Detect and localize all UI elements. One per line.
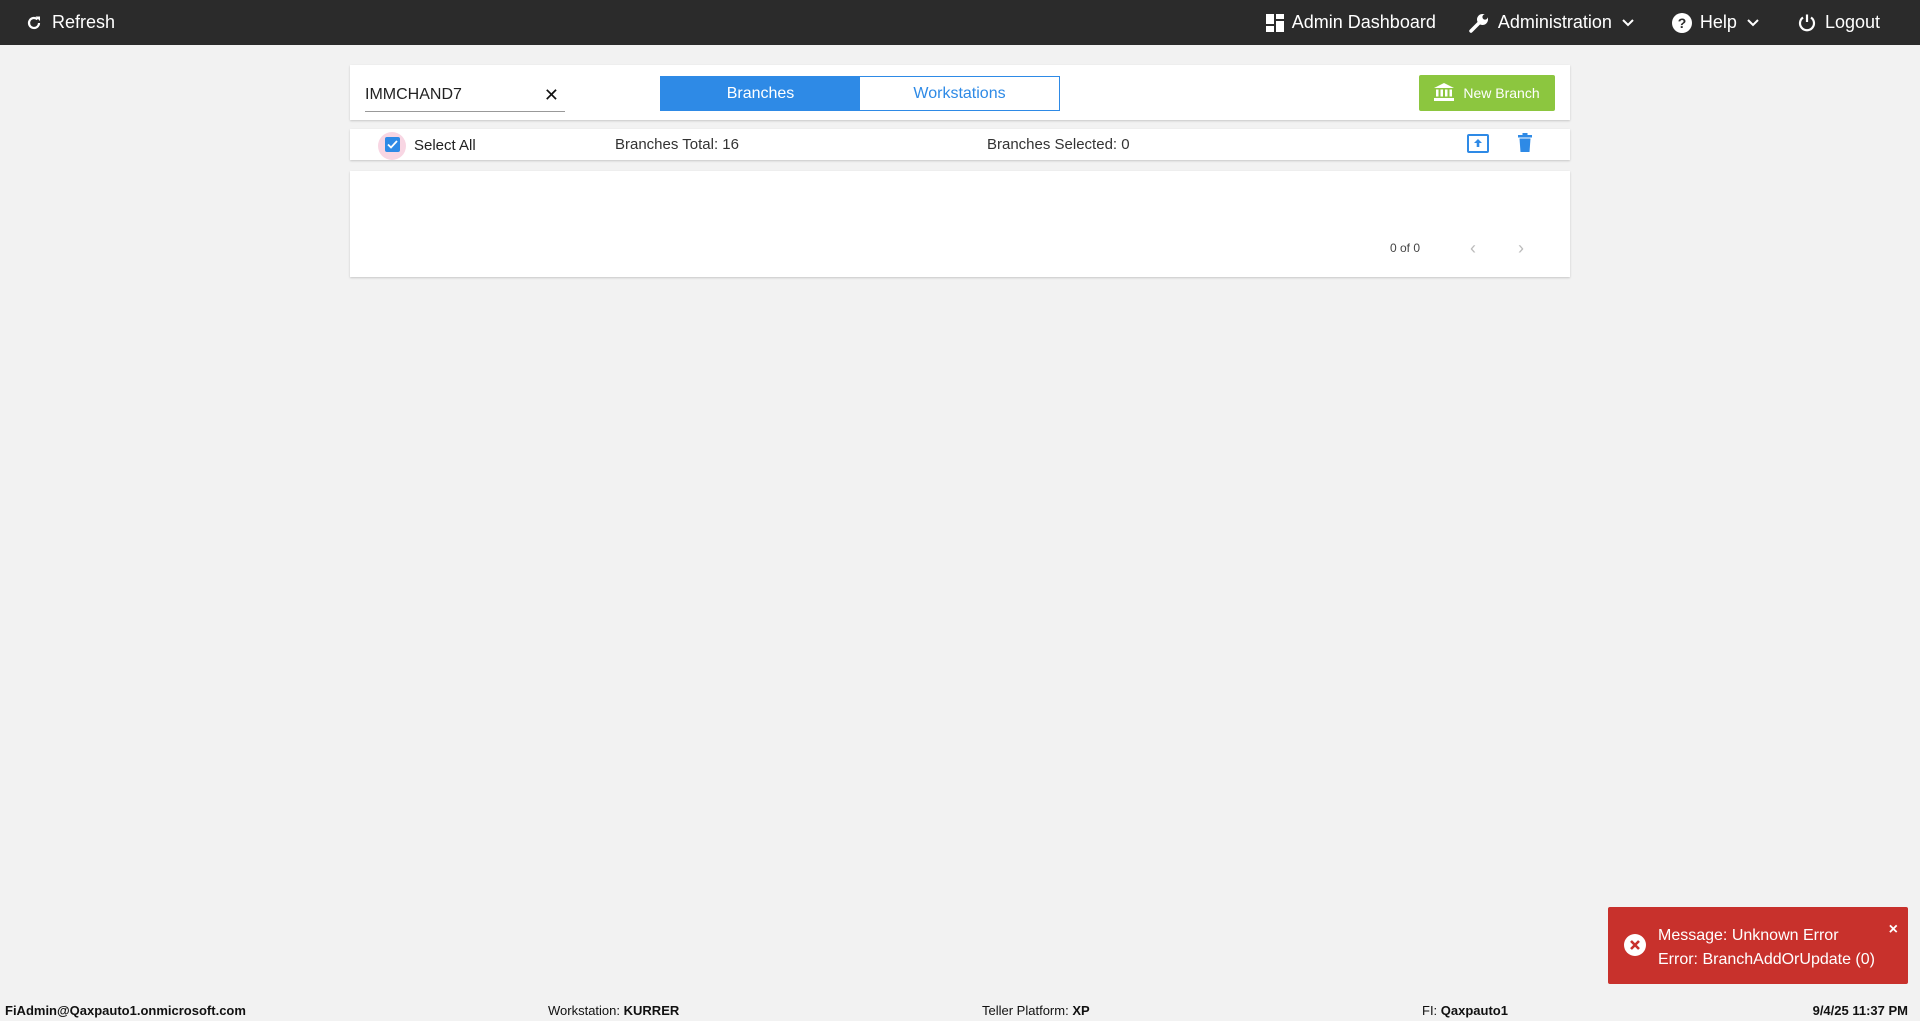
select-all-checkbox[interactable] <box>385 137 400 152</box>
nav-right: Admin Dashboard Administration ? Help Lo… <box>1265 0 1920 45</box>
search-field-wrap: ✕ <box>365 80 565 112</box>
logout-button[interactable]: Logout <box>1797 0 1880 45</box>
status-fi: FI: Qaxpauto1 <box>1422 1003 1508 1018</box>
new-branch-button[interactable]: New Branch <box>1419 75 1555 111</box>
refresh-label: Refresh <box>52 12 116 32</box>
administration-menu[interactable]: Administration <box>1468 0 1634 45</box>
selection-bar: Select All Branches Total: 16 Branches S… <box>350 129 1570 160</box>
search-toolbar-card: ✕ Branches Workstations New Branch <box>350 65 1570 120</box>
close-icon[interactable]: × <box>1889 921 1898 939</box>
help-label: Help <box>1699 12 1737 32</box>
refresh-icon <box>26 15 42 31</box>
branches-total: Branches Total: 16 <box>615 136 739 153</box>
bank-icon <box>1434 82 1455 104</box>
status-bar: FiAdmin@Qaxpauto1.onmicrosoft.com Workst… <box>0 998 1920 1021</box>
top-navigation-bar: Refresh Admin Dashboard Administration ?… <box>0 0 1920 45</box>
svg-text:?: ? <box>1678 15 1687 31</box>
toast-line-message: Message: Unknown Error <box>1658 927 1839 944</box>
upload-icon <box>1474 139 1482 147</box>
toast-message: Message: Unknown Error Error: BranchAddO… <box>1658 924 1875 972</box>
wrench-icon <box>1468 12 1490 34</box>
new-branch-label: New Branch <box>1463 85 1540 101</box>
branches-selected: Branches Selected: 0 <box>987 136 1130 153</box>
check-icon <box>387 140 398 149</box>
error-toast: Message: Unknown Error Error: BranchAddO… <box>1608 907 1908 984</box>
search-input[interactable] <box>365 80 535 110</box>
chevron-down-icon <box>1747 18 1759 27</box>
administration-label: Administration <box>1497 12 1612 32</box>
fi-value: Qaxpauto1 <box>1440 1003 1508 1018</box>
toast-line-error: Error: BranchAddOrUpdate (0) <box>1658 951 1875 968</box>
help-menu[interactable]: ? Help <box>1671 0 1759 45</box>
chevron-down-icon <box>1622 18 1634 27</box>
clear-search-icon[interactable]: ✕ <box>544 86 559 104</box>
chevron-right-icon[interactable]: › <box>1518 238 1524 259</box>
trash-icon <box>1518 133 1532 152</box>
branch-list-card: 0 of 0 ‹ › <box>350 171 1570 277</box>
workstation-label: Workstation: <box>548 1003 621 1018</box>
workstation-value: KURRER <box>623 1003 680 1018</box>
refresh-button[interactable]: Refresh <box>26 0 115 45</box>
delete-button[interactable] <box>1518 133 1532 157</box>
status-datetime: 9/4/25 11:37 PM <box>1812 1003 1908 1018</box>
pager-count: 0 of 0 <box>1390 241 1421 255</box>
status-user: FiAdmin@Qaxpauto1.onmicrosoft.com <box>5 1003 246 1018</box>
logout-label: Logout <box>1824 12 1880 32</box>
help-icon: ? <box>1671 12 1692 33</box>
status-workstation: Workstation: KURRER <box>548 1003 679 1018</box>
admin-dashboard-link[interactable]: Admin Dashboard <box>1265 0 1436 45</box>
platform-value: XP <box>1072 1003 1090 1018</box>
tab-workstations[interactable]: Workstations <box>860 77 1059 110</box>
select-all-label[interactable]: Select All <box>414 137 476 154</box>
platform-label: Teller Platform: <box>982 1003 1069 1018</box>
tab-branches[interactable]: Branches <box>661 77 860 110</box>
upload-button[interactable] <box>1467 134 1489 153</box>
status-platform: Teller Platform: XP <box>982 1003 1090 1018</box>
fi-label: FI: <box>1422 1003 1438 1018</box>
error-icon <box>1624 934 1646 961</box>
admin-dashboard-label: Admin Dashboard <box>1291 12 1436 32</box>
chevron-left-icon[interactable]: ‹ <box>1470 238 1476 259</box>
power-icon <box>1797 13 1817 33</box>
tab-group: Branches Workstations <box>660 76 1060 111</box>
dashboard-icon <box>1265 13 1284 32</box>
